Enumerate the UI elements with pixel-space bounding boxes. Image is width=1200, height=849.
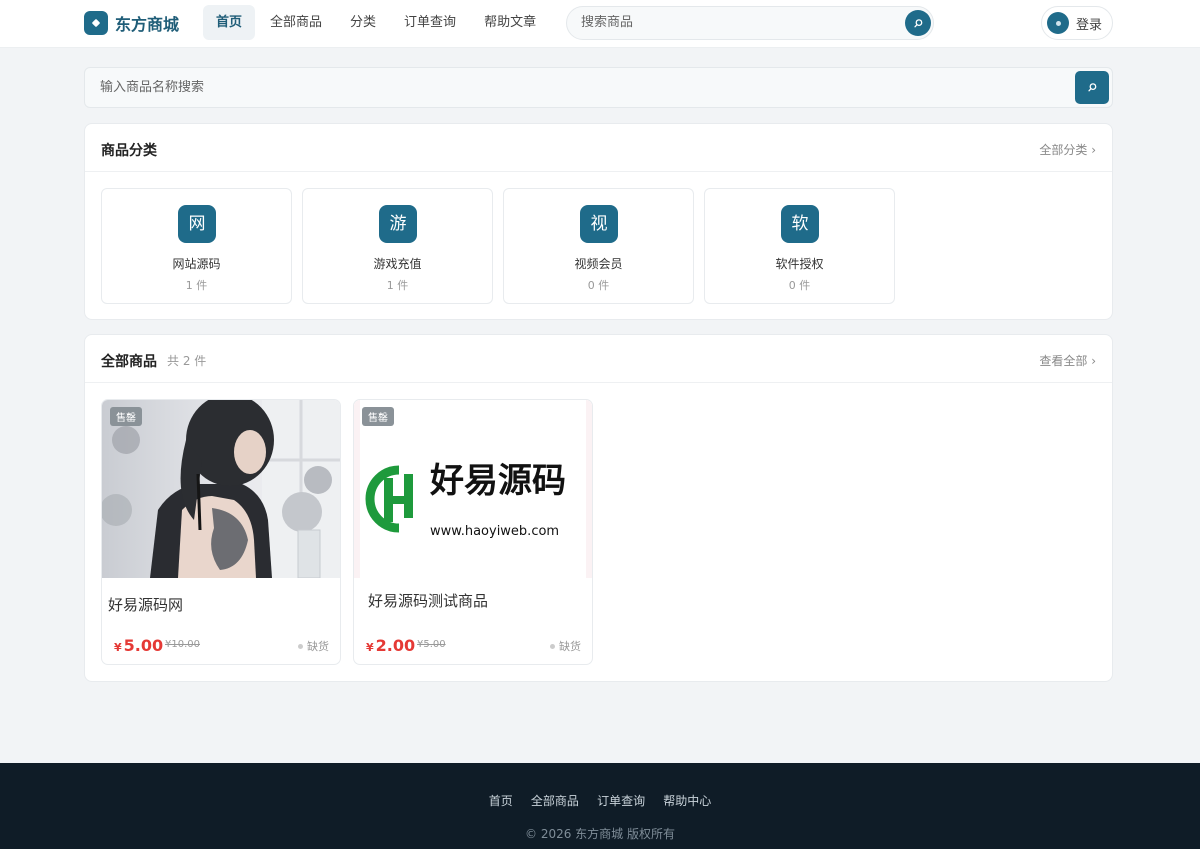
copyright: © 2026 东方商城 版权所有 xyxy=(525,827,675,841)
category-card-game-topup[interactable]: 游 游戏充值 1 件 xyxy=(302,188,493,304)
category-count: 0 件 xyxy=(587,279,610,292)
category-name: 游戏充值 xyxy=(373,257,422,271)
header-search xyxy=(566,6,934,40)
brand-logo[interactable]: 东方商城 xyxy=(84,11,179,35)
login-label: 登录 xyxy=(1076,17,1103,33)
products-panel: 全部商品 共 2 件 查看全部 › 售罄 好易源码网 ¥ 5.00 ¥10.00… xyxy=(84,334,1113,682)
status-dot-icon xyxy=(550,643,555,649)
nav-home[interactable]: 首页 xyxy=(203,5,256,40)
price-value: 5.00 xyxy=(123,636,164,655)
products-title: 全部商品 xyxy=(101,354,157,370)
website-icon: 网 xyxy=(178,205,216,243)
main-search-button[interactable] xyxy=(1075,71,1109,104)
currency-symbol: ¥ xyxy=(114,641,122,654)
status-dot-icon xyxy=(298,643,303,649)
main-search-input[interactable] xyxy=(100,80,1000,95)
category-name: 视频会员 xyxy=(574,257,623,271)
product-image xyxy=(102,400,340,578)
stock-status: 缺货 xyxy=(298,638,329,654)
stock-label: 缺货 xyxy=(559,640,581,653)
logo-icon xyxy=(84,11,108,35)
user-icon xyxy=(1047,12,1069,34)
category-count: 1 件 xyxy=(185,279,208,292)
category-count: 1 件 xyxy=(386,279,409,292)
main-search-bar xyxy=(84,67,1113,108)
sold-out-badge: 售罄 xyxy=(362,407,394,426)
stock-label: 缺货 xyxy=(307,640,329,653)
product-card[interactable]: 售罄 好易源码网 ¥5.00 ¥10.00 缺货 xyxy=(101,399,341,665)
login-button[interactable]: 登录 xyxy=(1041,6,1113,40)
game-icon: 游 xyxy=(379,205,417,243)
category-card-website-source[interactable]: 网 网站源码 1 件 xyxy=(101,188,292,304)
currency-symbol: ¥ xyxy=(366,641,374,654)
software-icon: 软 xyxy=(781,205,819,243)
footer-link-order-query[interactable]: 订单查询 xyxy=(597,794,645,808)
product-image: www.haoyiweb.com 好易源码 xyxy=(354,400,592,578)
product-grid: 售罄 好易源码网 ¥5.00 ¥10.00 缺货 www.haoyiweb.co… xyxy=(101,399,605,665)
products-header: 全部商品 共 2 件 查看全部 › xyxy=(85,335,1112,383)
header-search-button[interactable] xyxy=(905,10,931,36)
video-icon: 视 xyxy=(580,205,618,243)
product-card[interactable]: www.haoyiweb.com 好易源码 售罄 好易源码测试商品 ¥2.00 … xyxy=(353,399,593,665)
main-nav: 首页 全部商品 分类 订单查询 帮助文章 xyxy=(203,5,551,40)
brand-name: 东方商城 xyxy=(115,15,180,34)
category-list: 网 网站源码 1 件 游 游戏充值 1 件 视 视频会员 0 件 软 软件授权 … xyxy=(101,188,905,304)
original-price: ¥5.00 xyxy=(417,639,446,650)
sold-out-badge: 售罄 xyxy=(110,407,142,426)
product-price: ¥5.00 xyxy=(114,636,163,655)
header-search-input[interactable] xyxy=(581,15,881,30)
stock-status: 缺货 xyxy=(550,638,581,654)
footer-links: 首页 全部商品 订单查询 帮助中心 xyxy=(0,792,1200,809)
nav-help[interactable]: 帮助文章 xyxy=(471,5,549,40)
category-card-video-vip[interactable]: 视 视频会员 0 件 xyxy=(503,188,694,304)
price-value: 2.00 xyxy=(375,636,416,655)
top-header: 东方商城 首页 全部商品 分类 订单查询 帮助文章 登录 xyxy=(0,0,1200,48)
product-name: 好易源码测试商品 xyxy=(368,592,489,610)
original-price: ¥10.00 xyxy=(165,639,200,650)
product-price: ¥2.00 xyxy=(366,636,415,655)
products-count: 共 2 件 xyxy=(167,354,207,368)
footer-link-help-center[interactable]: 帮助中心 xyxy=(663,794,711,808)
product-name: 好易源码网 xyxy=(108,596,184,614)
categories-panel: 商品分类 全部分类 › 网 网站源码 1 件 游 游戏充值 1 件 视 视频会员… xyxy=(84,123,1113,320)
search-icon xyxy=(1087,83,1096,92)
category-name: 网站源码 xyxy=(172,257,221,271)
footer-link-all-products[interactable]: 全部商品 xyxy=(531,794,579,808)
nav-categories[interactable]: 分类 xyxy=(337,5,389,40)
categories-header: 商品分类 全部分类 › xyxy=(85,124,1112,172)
categories-title: 商品分类 xyxy=(101,143,157,159)
nav-order-query[interactable]: 订单查询 xyxy=(391,5,469,40)
footer-link-home[interactable]: 首页 xyxy=(489,794,513,808)
site-footer: 首页 全部商品 订单查询 帮助中心 © 2026 东方商城 版权所有 xyxy=(0,763,1200,849)
image-brand-url: www.haoyiweb.com xyxy=(430,524,559,539)
nav-all-products[interactable]: 全部商品 xyxy=(257,5,335,40)
image-brand-text: 好易源码 xyxy=(429,461,566,501)
search-icon xyxy=(913,18,922,27)
category-card-software-license[interactable]: 软 软件授权 0 件 xyxy=(704,188,895,304)
category-name: 软件授权 xyxy=(775,257,824,271)
category-count: 0 件 xyxy=(788,279,811,292)
view-all-link[interactable]: 查看全部 › xyxy=(1039,352,1096,369)
all-categories-link[interactable]: 全部分类 › xyxy=(1039,141,1096,158)
